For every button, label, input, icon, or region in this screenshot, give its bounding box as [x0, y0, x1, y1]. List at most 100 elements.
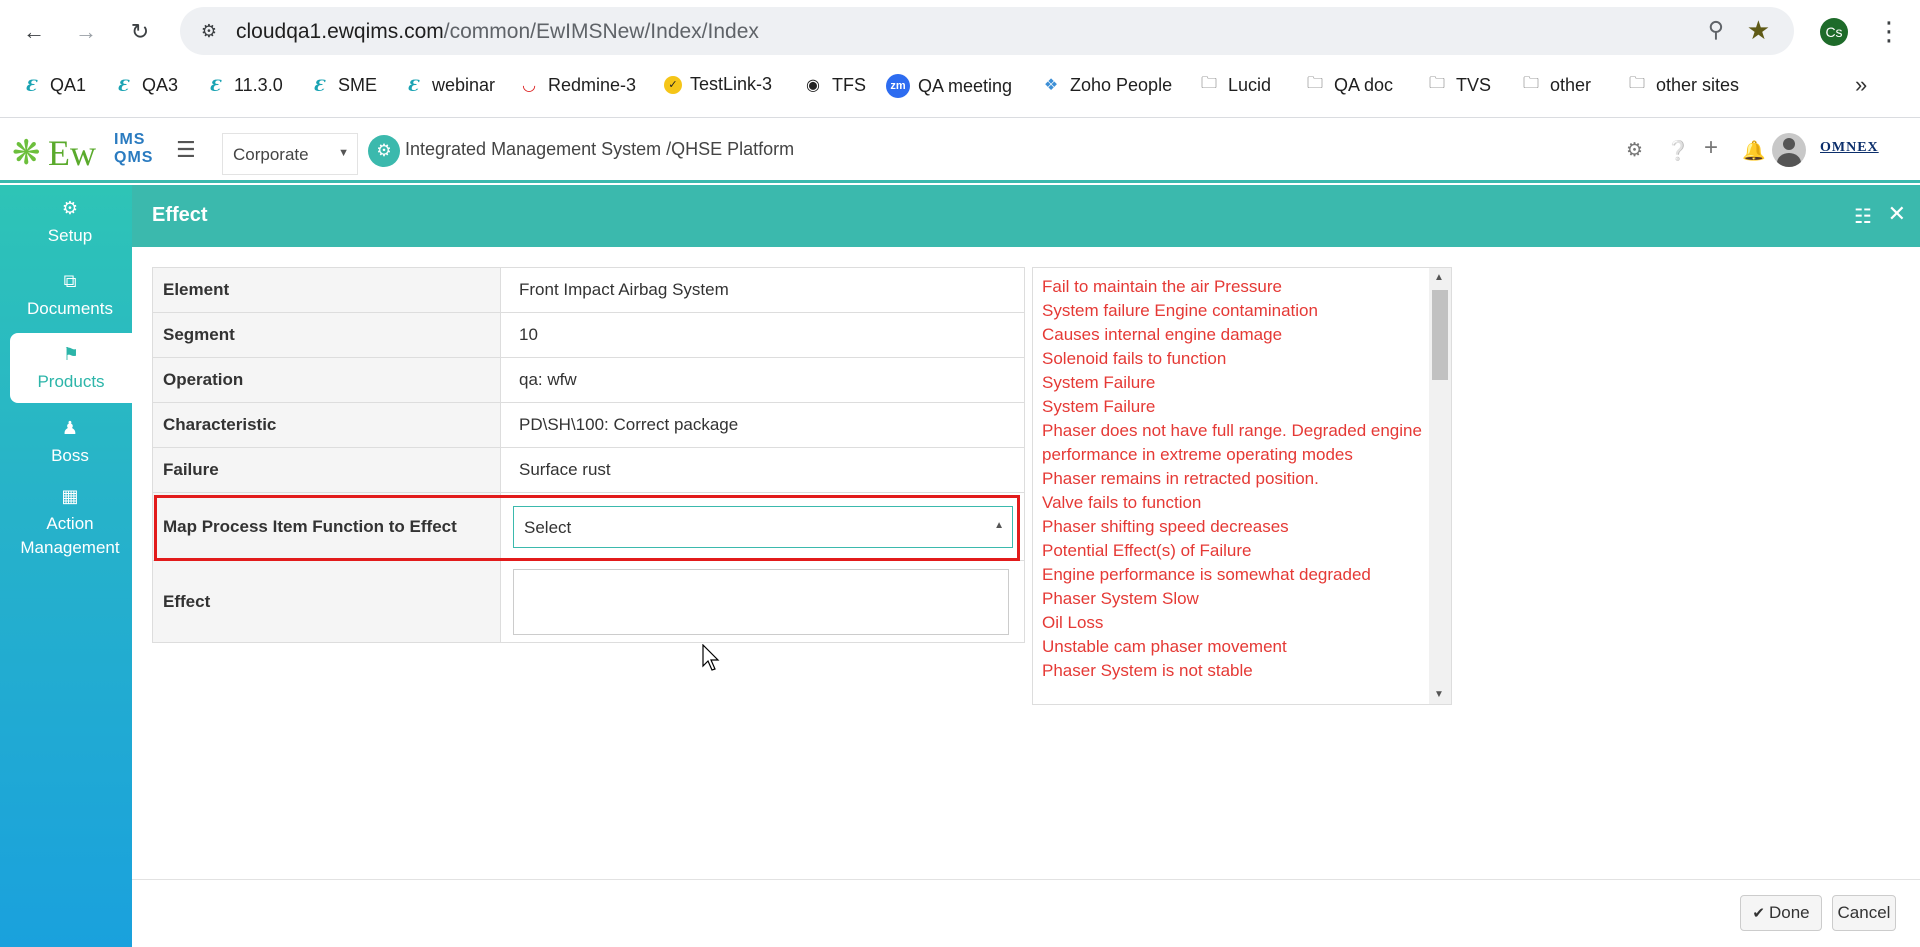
redmine-icon: ◡	[522, 77, 536, 94]
corporate-select-value: Corporate	[233, 145, 309, 164]
effect-list-item[interactable]: Causes internal engine damage	[1042, 323, 1428, 347]
zoom-icon[interactable]: ⚲	[1708, 17, 1724, 43]
bookmark-label: QA1	[50, 74, 87, 95]
omnex-logo[interactable]: OMNEX	[1820, 140, 1900, 160]
effect-list-item[interactable]: System Failure	[1042, 395, 1428, 419]
effect-list-item[interactable]: System failure Engine contamination	[1042, 299, 1428, 323]
sidebar-item-products[interactable]: ⚑ Products	[10, 333, 132, 403]
logo-burst-icon: ❋	[12, 134, 41, 172]
effect-list-item[interactable]: Phaser System Slow	[1042, 587, 1428, 611]
effect-list-item[interactable]: Phaser remains in retracted position.	[1042, 467, 1428, 491]
row-value: qa: wfw	[500, 357, 1025, 403]
folder-icon: 🗀	[1200, 74, 1217, 92]
effect-list-item[interactable]: Phaser does not have full range. Degrade…	[1042, 419, 1428, 467]
map-function-select[interactable]: Select ▲	[513, 505, 1013, 548]
corporate-select[interactable]: Corporate ▼	[222, 133, 358, 175]
sidebar-item-label: Boss	[51, 446, 89, 465]
expand-icon[interactable]: ☷	[1854, 204, 1872, 229]
bookmark-label: QA3	[142, 74, 179, 95]
row-label: Element	[152, 267, 501, 313]
bookmark-sme[interactable]: Ɛ SME	[308, 74, 377, 96]
add-icon[interactable]: +	[1704, 134, 1718, 162]
logo-ims: IMS	[114, 131, 146, 148]
ewqims-icon: Ɛ	[25, 75, 37, 95]
notification-bell-icon[interactable]: 🔔	[1742, 139, 1766, 163]
effect-list-item[interactable]: Phaser System is not stable	[1042, 659, 1428, 683]
bookmark-qa1[interactable]: Ɛ QA1	[20, 74, 86, 96]
menu-toggle-icon[interactable]: ☰	[176, 137, 196, 163]
table-row: Element Front Impact Airbag System	[152, 267, 1025, 313]
help-icon[interactable]: ❔	[1666, 139, 1690, 163]
bookmark-label: TVS	[1456, 74, 1492, 95]
modal-title: Effect	[152, 204, 208, 226]
effect-list-item[interactable]: Phaser shifting speed decreases	[1042, 515, 1428, 539]
bookmark-other-sites[interactable]: 🗀 other sites	[1626, 74, 1739, 96]
bookmark-other[interactable]: 🗀 other	[1520, 74, 1591, 96]
sidebar-item-boss[interactable]: ♟ Boss	[10, 407, 130, 477]
effect-list-item[interactable]: Fail to maintain the air Pressure	[1042, 275, 1428, 299]
effects-list[interactable]: Fail to maintain the air Pressure System …	[1032, 267, 1452, 705]
bookmark-star-icon[interactable]: ★	[1747, 15, 1770, 46]
effect-list-item[interactable]: Oil Loss	[1042, 611, 1428, 635]
table-row: Operation qa: wfw	[152, 357, 1025, 403]
copy-icon: ⧉	[63, 271, 77, 291]
left-sidebar: ⚙ Setup ⧉ Documents ⚑ Products ♟ Boss ▦ …	[0, 185, 132, 947]
more-bookmarks-icon[interactable]: »	[1855, 72, 1867, 98]
platform-gear-icon[interactable]: ⚙	[368, 135, 400, 167]
settings-icon[interactable]: ⚙	[1626, 139, 1643, 162]
modal-header: Effect ☷ ✕	[132, 185, 1920, 247]
cancel-button[interactable]: Cancel	[1832, 895, 1896, 931]
bookmark-tfs[interactable]: ◉ TFS	[802, 74, 866, 96]
effect-list-item[interactable]: Unstable cam phaser movement	[1042, 635, 1428, 659]
sidebar-item-documents[interactable]: ⧉ Documents	[10, 260, 130, 330]
effect-list-item[interactable]: Engine performance is somewhat degraded	[1042, 563, 1428, 587]
effect-cell	[500, 560, 1025, 643]
done-label: Done	[1768, 903, 1810, 922]
check-icon: ✔	[1752, 905, 1765, 922]
browser-chrome: ← → ↻ ⚙ cloudqa1.ewqims.com/common/EwIMS…	[0, 0, 1920, 118]
effect-list-item[interactable]: Valve fails to function	[1042, 491, 1428, 515]
bookmark-qa-doc[interactable]: 🗀 QA doc	[1304, 74, 1393, 96]
effect-modal: Effect ☷ ✕ Element Front Impact Airbag S…	[132, 185, 1920, 947]
bookmark-zoho-people[interactable]: ❖ Zoho People	[1040, 74, 1172, 96]
address-bar[interactable]: ⚙ cloudqa1.ewqims.com/common/EwIMSNew/In…	[180, 7, 1794, 55]
user-avatar[interactable]	[1772, 133, 1806, 167]
sidebar-item-action-management[interactable]: ▦ Action Management	[10, 480, 130, 564]
close-icon[interactable]: ✕	[1888, 201, 1906, 227]
bookmark-qa3[interactable]: Ɛ QA3	[112, 74, 178, 96]
effect-list-item[interactable]: Solenoid fails to function	[1042, 347, 1428, 371]
sidebar-item-setup[interactable]: ⚙ Setup	[10, 187, 130, 257]
bookmark-11-3-0[interactable]: Ɛ 11.3.0	[204, 74, 283, 96]
forward-icon[interactable]: →	[68, 14, 104, 50]
scroll-down-icon[interactable]: ▼	[1434, 689, 1444, 700]
map-function-cell: Select ▲	[500, 492, 1025, 561]
effect-list-item[interactable]: Potential Effect(s) of Failure	[1042, 539, 1428, 563]
bookmark-testlink-3[interactable]: ✓ TestLink-3	[664, 74, 772, 95]
bookmark-lucid[interactable]: 🗀 Lucid	[1198, 74, 1271, 96]
effect-list-item[interactable]: System Failure	[1042, 371, 1428, 395]
logo-ew: Ew	[48, 133, 96, 173]
row-label: Characteristic	[152, 402, 501, 448]
reload-icon[interactable]: ↻	[122, 14, 158, 50]
bookmark-label: other sites	[1656, 74, 1740, 95]
bookmark-tvs[interactable]: 🗀 TVS	[1426, 74, 1491, 96]
done-button[interactable]: ✔ Done	[1740, 895, 1822, 931]
bookmark-webinar[interactable]: Ɛwebinar	[402, 74, 495, 96]
effect-textarea[interactable]	[513, 568, 1009, 635]
bookmark-redmine-3[interactable]: ◡ Redmine-3	[518, 74, 636, 96]
effects-list-items: Fail to maintain the air Pressure System …	[1033, 268, 1428, 683]
table-row: Failure Surface rust	[152, 447, 1025, 493]
browser-menu-icon[interactable]: ⋮	[1876, 14, 1902, 48]
ewqims-logo[interactable]: ❋ Ew IMS QMS	[12, 129, 157, 173]
bookmark-qa-meeting[interactable]: zm QA meeting	[886, 74, 1012, 98]
profile-avatar[interactable]: Cs	[1820, 18, 1848, 46]
effects-scrollbar[interactable]: ▲ ▼	[1429, 268, 1451, 704]
row-label: Segment	[152, 312, 501, 358]
url-text[interactable]: cloudqa1.ewqims.com/common/EwIMSNew/Inde…	[236, 20, 759, 44]
site-info-icon[interactable]: ⚙	[196, 18, 222, 44]
characteristic-value: PD\SH\100: Correct package	[500, 402, 1025, 448]
testlink-icon: ✓	[664, 75, 682, 94]
scroll-up-icon[interactable]: ▲	[1434, 272, 1444, 283]
scroll-thumb[interactable]	[1432, 290, 1448, 380]
back-icon[interactable]: ←	[16, 14, 52, 50]
